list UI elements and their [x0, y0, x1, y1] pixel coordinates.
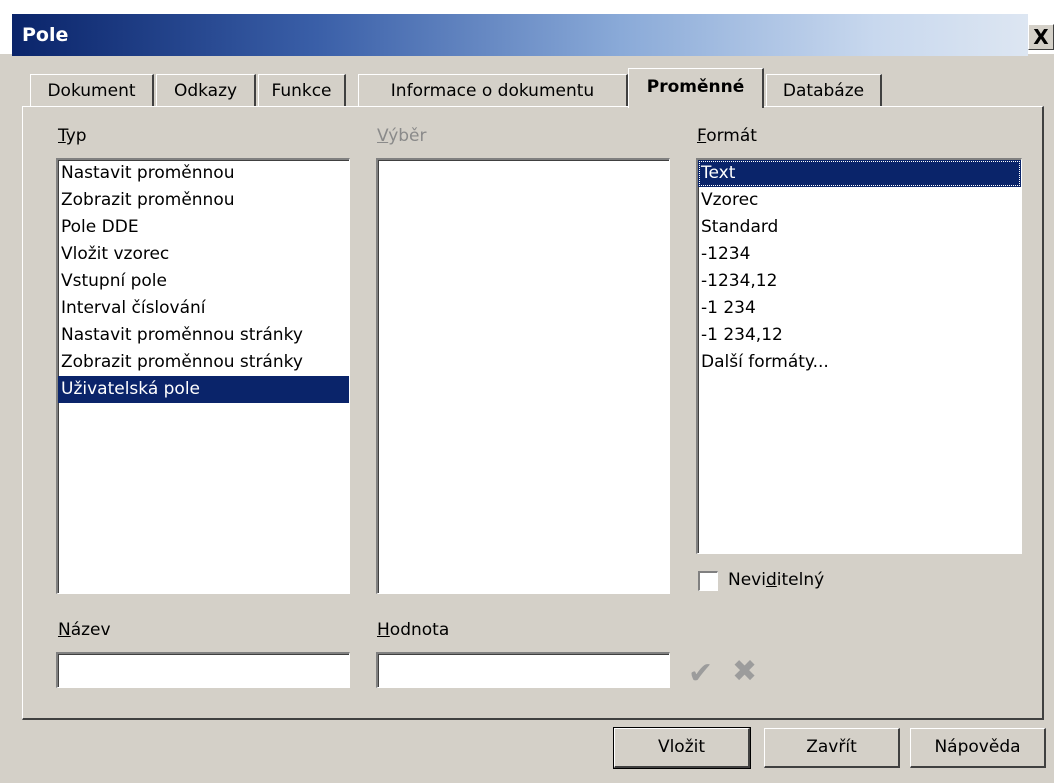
tab-promenne[interactable]: Proměnné	[628, 68, 764, 108]
format-item-standard[interactable]: Standard	[698, 214, 1021, 241]
value-label: Hodnota	[377, 620, 450, 640]
check-icon[interactable]: ✔	[688, 656, 713, 691]
tab-odkazy[interactable]: Odkazy	[156, 74, 256, 106]
tab-funkce[interactable]: Funkce	[258, 74, 346, 106]
type-item-nastavit-promennou[interactable]: Nastavit proměnnou	[58, 160, 349, 187]
invisible-checkbox[interactable]	[698, 571, 718, 591]
type-item-uzivatelska-pole[interactable]: Uživatelská pole	[58, 376, 349, 403]
delete-x-icon[interactable]: ✖	[732, 654, 757, 689]
format-item-1-234[interactable]: -1 234	[698, 295, 1021, 322]
window-title: Pole	[22, 24, 69, 46]
type-item-zobrazit-promennou-stranky[interactable]: Zobrazit proměnnou stránky	[58, 349, 349, 376]
type-item-zobrazit-promennou[interactable]: Zobrazit proměnnou	[58, 187, 349, 214]
format-item-1234-12[interactable]: -1234,12	[698, 268, 1021, 295]
close-button[interactable]: X	[1028, 24, 1054, 50]
name-label: Název	[58, 620, 111, 640]
title-bar: Pole X	[0, 0, 1054, 56]
tab-dokument[interactable]: Dokument	[30, 74, 154, 106]
type-item-nastavit-promennou-stranky[interactable]: Nastavit proměnnou stránky	[58, 322, 349, 349]
selection-label: Výběr	[377, 126, 427, 146]
format-item-more-formats[interactable]: Další formáty...	[698, 349, 1021, 376]
format-item-vzorec[interactable]: Vzorec	[698, 187, 1021, 214]
type-item-pole-dde[interactable]: Pole DDE	[58, 214, 349, 241]
value-input[interactable]	[376, 652, 670, 688]
tab-databaze[interactable]: Databáze	[766, 74, 882, 106]
type-listbox[interactable]: Nastavit proměnnou Zobrazit proměnnou Po…	[56, 158, 350, 594]
type-item-interval-cislovani[interactable]: Interval číslování	[58, 295, 349, 322]
help-button[interactable]: Nápověda	[910, 728, 1046, 768]
format-item-1234[interactable]: -1234	[698, 241, 1021, 268]
invisible-label[interactable]: Neviditelný	[728, 570, 824, 590]
format-item-text[interactable]: Text	[698, 160, 1021, 187]
title-bar-gradient	[12, 14, 1028, 56]
format-item-1-234-12[interactable]: -1 234,12	[698, 322, 1021, 349]
insert-button[interactable]: Vložit	[613, 727, 751, 769]
tab-informace-o-dokumentu[interactable]: Informace o dokumentu	[358, 74, 628, 106]
format-listbox[interactable]: Text Vzorec Standard -1234 -1234,12 -1 2…	[696, 158, 1022, 554]
type-label: Typ	[58, 126, 87, 146]
name-input[interactable]	[56, 652, 350, 688]
selection-listbox[interactable]	[376, 158, 670, 594]
format-label: Formát	[697, 126, 757, 146]
type-item-vstupni-pole[interactable]: Vstupní pole	[58, 268, 349, 295]
type-item-vlozit-vzorec[interactable]: Vložit vzorec	[58, 241, 349, 268]
close-dialog-button[interactable]: Zavřít	[764, 728, 900, 768]
